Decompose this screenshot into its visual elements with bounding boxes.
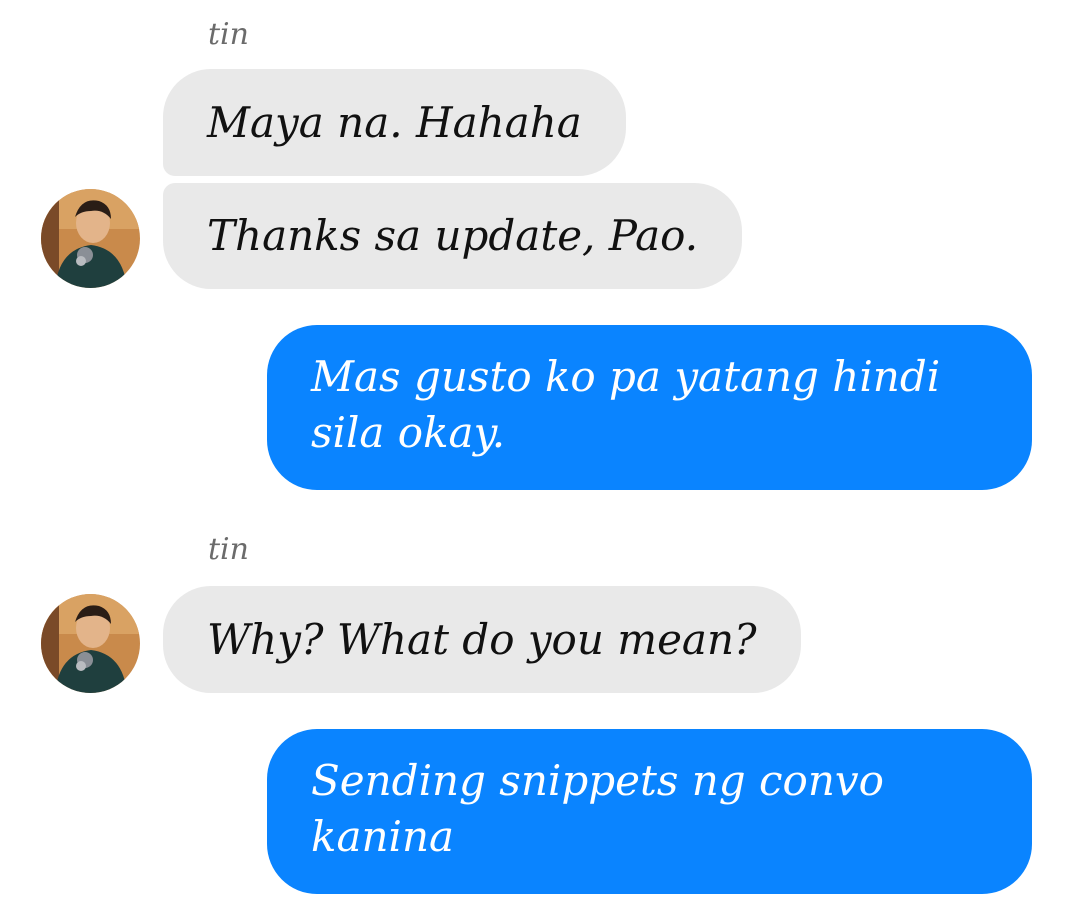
message-bubble-incoming[interactable]: Thanks sa update, Pao.: [163, 183, 743, 289]
message-bubble-incoming[interactable]: Why? What do you mean?: [163, 586, 801, 693]
message-text: Sending snippets ng convo kanina: [311, 756, 884, 861]
message-bubble-outgoing[interactable]: Sending snippets ng convo kanina: [267, 729, 1032, 894]
message-text: Thanks sa update, Pao.: [207, 211, 699, 260]
sender-name: tin: [208, 17, 249, 52]
message-bubble-incoming[interactable]: Maya na. Hahaha: [163, 69, 626, 176]
message-text: Maya na. Hahaha: [207, 97, 582, 147]
avatar[interactable]: [41, 189, 140, 288]
avatar-photo-icon: [41, 189, 140, 288]
message-text: Why? What do you mean?: [207, 614, 757, 664]
sender-name: tin: [208, 532, 249, 567]
avatar[interactable]: [41, 594, 140, 693]
avatar-photo-icon: [41, 594, 140, 693]
message-bubble-outgoing[interactable]: Mas gusto ko pa yatang hindi sila okay.: [267, 325, 1032, 490]
message-text: Mas gusto ko pa yatang hindi sila okay.: [311, 352, 941, 457]
